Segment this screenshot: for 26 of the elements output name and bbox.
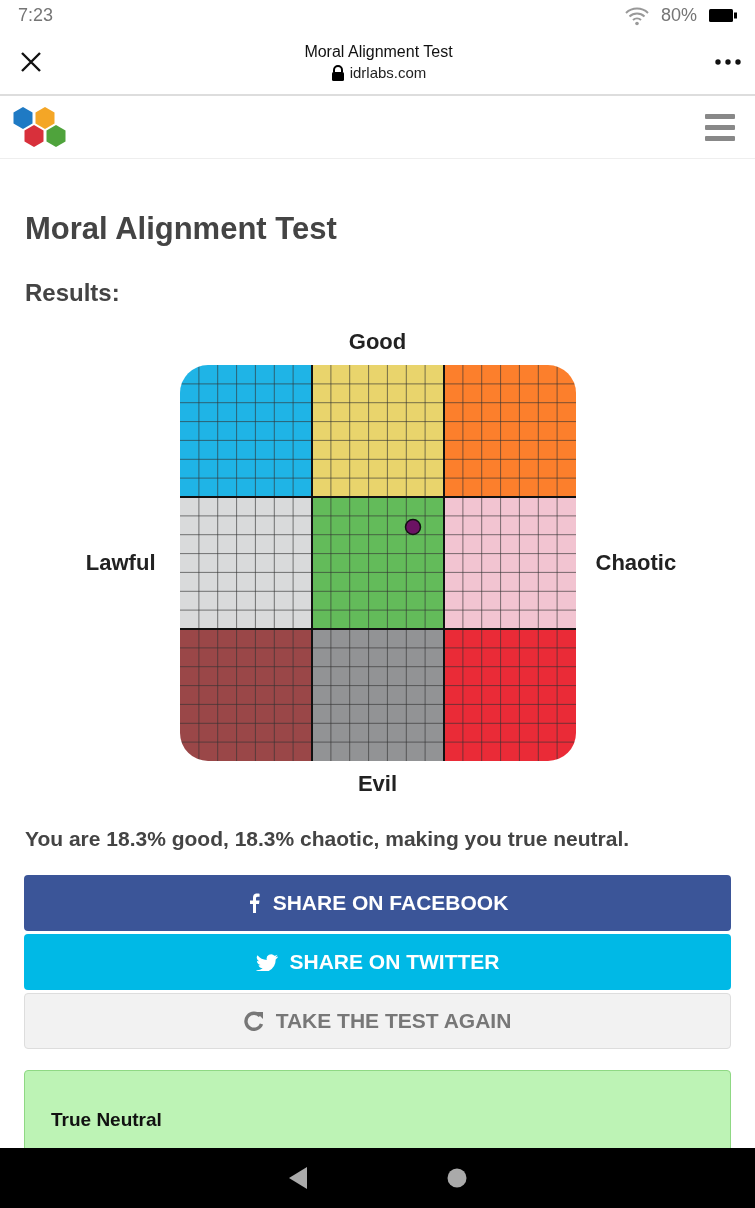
axis-label: Evil — [357, 771, 398, 797]
axis-label: Lawful — [85, 550, 156, 576]
more-icon[interactable] — [715, 59, 741, 65]
clock-time: 7:23 — [18, 4, 54, 26]
results-heading: Results: — [25, 279, 121, 307]
site-url: idrlabs.com — [349, 64, 427, 81]
axis-label: Chaotic — [595, 550, 677, 576]
site-logo[interactable] — [12, 106, 68, 148]
position-dot — [404, 518, 421, 536]
retry-button[interactable]: TAKE THE TEST AGAIN — [24, 993, 731, 1049]
lock-icon — [330, 64, 345, 81]
twitter-button[interactable]: SHARE ON TWITTER — [24, 934, 731, 990]
axis-label: Good — [348, 329, 407, 355]
refresh-icon — [243, 1011, 264, 1031]
home-icon[interactable] — [446, 1168, 467, 1188]
facebook-button[interactable]: SHARE ON FACEBOOK — [24, 875, 731, 931]
page-title: Moral Alignment Test — [304, 43, 453, 61]
menu-icon[interactable] — [705, 113, 735, 141]
battery-icon — [709, 8, 737, 22]
close-icon[interactable] — [20, 51, 42, 73]
card-title: True Neutral — [51, 1109, 163, 1131]
result-sentence: You are 18.3% good, 18.3% chaotic, making you true neutral. — [25, 827, 631, 851]
page-heading: Moral Alignment Test — [25, 211, 338, 247]
back-icon[interactable] — [288, 1167, 307, 1189]
bird-icon — [255, 953, 278, 971]
battery-level: 80% — [660, 4, 697, 26]
